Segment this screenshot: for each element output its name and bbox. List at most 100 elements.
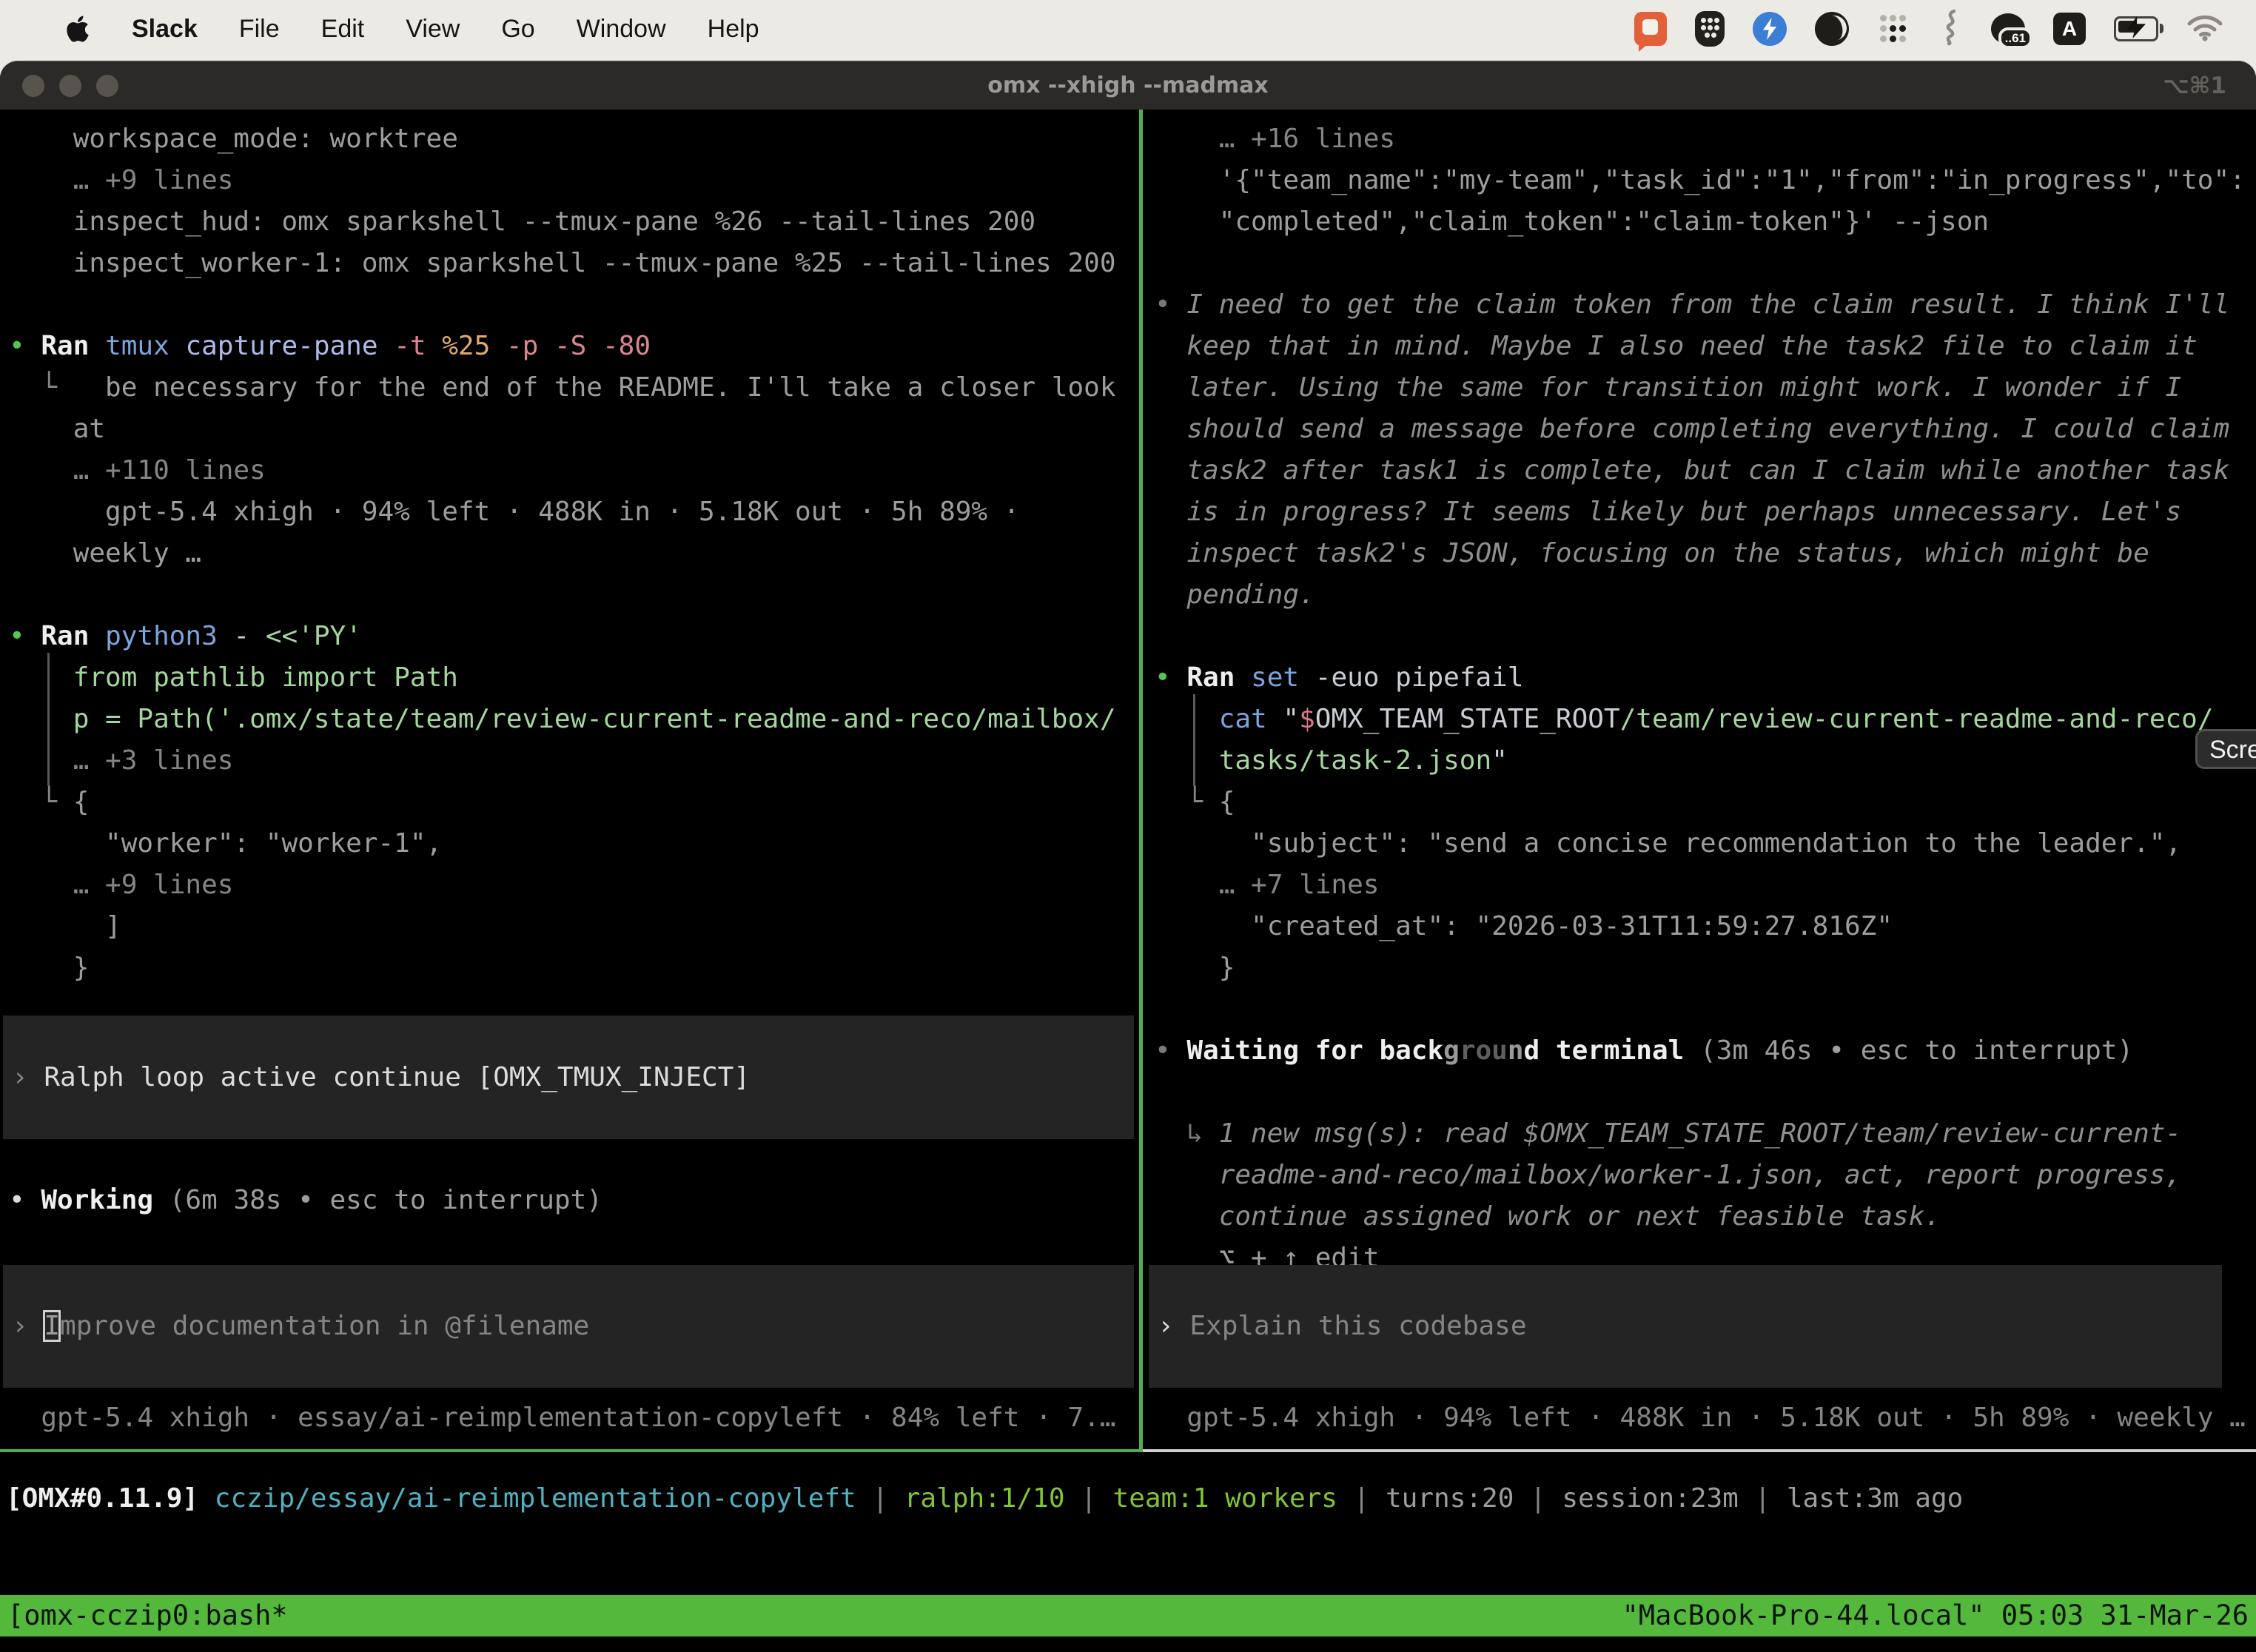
terminal-line: }: [9, 947, 1138, 989]
battery-charging-icon[interactable]: [2114, 16, 2158, 41]
indent-guide: [1155, 740, 1219, 782]
text-segment: … +9 lines: [9, 165, 233, 195]
window-titlebar[interactable]: omx --xhigh --madmax ⌥⌘1: [0, 62, 2256, 110]
text-segment: inspect_hud: omx sparkshell --tmux-pane …: [9, 206, 1035, 237]
text-segment: team:1 workers: [1113, 1483, 1337, 1514]
text-segment: rou: [1460, 1035, 1508, 1066]
notification-chat-icon[interactable]: [1634, 12, 1667, 46]
text-segment: Ralph loop active continue [OMX_TMUX_INJ…: [44, 1062, 750, 1092]
text-segment: {: [1219, 787, 1235, 817]
right-prompt-input[interactable]: › Explain this codebase: [1149, 1265, 2222, 1388]
text-segment: … +16 lines: [1155, 124, 1395, 154]
terminal-line: cat "$OMX_TEAM_STATE_ROOT/team/review-cu…: [1155, 699, 2256, 740]
terminal-line: readme-and-reco/mailbox/worker-1.json, a…: [1155, 1155, 2256, 1196]
text-segment: Ran: [41, 621, 105, 651]
sync-bolt-icon[interactable]: [1753, 12, 1787, 46]
terminal-line: inspect_worker-1: omx sparkshell --tmux-…: [9, 243, 1138, 284]
text-segment: •: [1155, 1035, 1186, 1066]
tmux-session-name: [omx-cczip0:bash*: [7, 1595, 288, 1636]
terminal-line: "completed","claim_token":"claim-token"}…: [1155, 201, 2256, 243]
text-segment: gpt-5.4 xhigh · 94% left · 488K in · 5.1…: [1155, 1403, 2246, 1433]
menu-app-name[interactable]: Slack: [132, 15, 198, 44]
menu-item-help[interactable]: Help: [708, 15, 759, 44]
terminal-line: … +16 lines: [1155, 118, 2256, 160]
terminal-line: • Ran tmux capture-pane -t %25 -p -S -80: [9, 326, 1138, 367]
text-segment: keep that in mind. Maybe I also need the…: [1155, 331, 2198, 361]
text-segment: ralph:1/10: [904, 1483, 1065, 1514]
terminal-line: … +3 lines: [9, 740, 1138, 782]
terminal-line: ↳ 1 new msg(s): read $OMX_TEAM_STATE_ROO…: [1155, 1113, 2256, 1155]
terminal-line: "worker": "worker-1",: [9, 823, 1138, 864]
text-segment: g: [1443, 1035, 1460, 1066]
text-segment: Ran: [41, 331, 105, 361]
text-segment: ↳: [1155, 1118, 1219, 1149]
text-segment: Working: [41, 1185, 169, 1215]
terminal-line: [1155, 1072, 2256, 1113]
terminal-line: └ be necessary for the end of the README…: [9, 367, 1138, 409]
squiggle-icon[interactable]: [1938, 9, 1963, 50]
text-segment: tmux: [105, 331, 185, 361]
text-segment: d terminal: [1524, 1035, 1700, 1066]
text-segment: ›: [1158, 1311, 1189, 1341]
left-prompt-input[interactable]: › Improve documentation in @filename: [3, 1265, 1134, 1388]
text-segment: python3: [105, 621, 233, 651]
apple-menu-icon[interactable]: [65, 14, 90, 44]
terminal-line: [9, 574, 1138, 616]
left-prompt-text: › Improve documentation in @filename: [3, 1306, 1134, 1347]
tmux-pane-left[interactable]: workspace_mode: worktree … +9 lines insp…: [0, 110, 1138, 1449]
text-segment: |: [1337, 1483, 1386, 1514]
text-segment: {: [73, 787, 90, 817]
text-segment: readme-and-reco/mailbox/worker-1.json, a…: [1155, 1160, 2181, 1190]
text-segment: -80: [602, 331, 651, 361]
terminal-line: [1155, 243, 2256, 284]
terminal-line: [9, 284, 1138, 326]
terminal-line: later. Using the same for transition mig…: [1155, 367, 2256, 409]
pane-border-active: [0, 1449, 1143, 1452]
text-segment: -euo pipefail: [1315, 662, 1524, 693]
terminal-line: '{"team_name":"my-team","task_id":"1","f…: [1155, 160, 2256, 201]
text-segment: /team/review-current-readme-and-reco/: [1620, 704, 2214, 734]
tmux-status-bar: [omx-cczip0:bash* "MacBook-Pro-44.local"…: [0, 1595, 2256, 1636]
menu-item-edit[interactable]: Edit: [321, 15, 365, 44]
text-segment: |: [1065, 1483, 1113, 1514]
text-segment: •: [9, 331, 41, 361]
text-segment: I need to get the claim token from the c…: [1186, 289, 2229, 320]
text-segment: Ran: [1186, 662, 1251, 693]
terminal-line: continue assigned work or next feasible …: [1155, 1196, 2256, 1238]
menu-item-file[interactable]: File: [239, 15, 280, 44]
text-segment: … +7 lines: [1155, 870, 1379, 900]
text-segment: -t: [394, 331, 442, 361]
text-segment: '{"team_name":"my-team","task_id":"1","f…: [1155, 165, 2246, 195]
text-segment: $: [1299, 704, 1315, 734]
text-segment: "subject": "send a concise recommendatio…: [1155, 828, 2181, 859]
wifi-icon[interactable]: [2186, 13, 2223, 46]
text-segment: ]: [9, 911, 121, 941]
moon-disk-icon[interactable]: [1815, 12, 1849, 46]
screen-share-tooltip[interactable]: Scre: [2195, 729, 2256, 769]
privacy-shield-icon[interactable]: [1695, 11, 1725, 47]
window-title: omx --xhigh --madmax: [0, 62, 2256, 110]
terminal-line: … +7 lines: [1155, 864, 2256, 906]
text-segment: <<'PY': [266, 621, 362, 651]
tmux-pane-right[interactable]: … +16 lines '{"team_name":"my-team","tas…: [1146, 110, 2256, 1449]
terminal-line: "subject": "send a concise recommendatio…: [1155, 823, 2256, 864]
text-segment: -p: [506, 331, 554, 361]
grid-dots-icon[interactable]: [1877, 13, 1910, 45]
text-segment: ": [1491, 745, 1508, 776]
macos-menu-bar: Slack File Edit View Go Window Help ..61 A: [0, 0, 2256, 58]
menu-item-window[interactable]: Window: [577, 15, 666, 44]
text-segment: inspect task2's JSON, focusing on the st…: [1155, 538, 2149, 568]
menu-item-go[interactable]: Go: [501, 15, 534, 44]
text-segment: ›: [12, 1062, 44, 1092]
menu-item-view[interactable]: View: [406, 15, 460, 44]
timer-badge-icon[interactable]: ..61: [1991, 13, 2025, 44]
text-segment: •: [1155, 289, 1186, 320]
text-segment: Waiting for back: [1186, 1035, 1443, 1066]
pane-divider[interactable]: [1139, 110, 1143, 1449]
pane-border-inactive: [1143, 1449, 2256, 1452]
text-segment: workspace_mode: worktree: [9, 124, 458, 154]
terminal-line: keep that in mind. Maybe I also need the…: [1155, 326, 2256, 367]
input-source-icon[interactable]: A: [2053, 13, 2086, 45]
ralph-loop-text: › Ralph loop active continue [OMX_TMUX_I…: [3, 1057, 1134, 1098]
terminal-line: • Waiting for background terminal (3m 46…: [1155, 1030, 2256, 1072]
